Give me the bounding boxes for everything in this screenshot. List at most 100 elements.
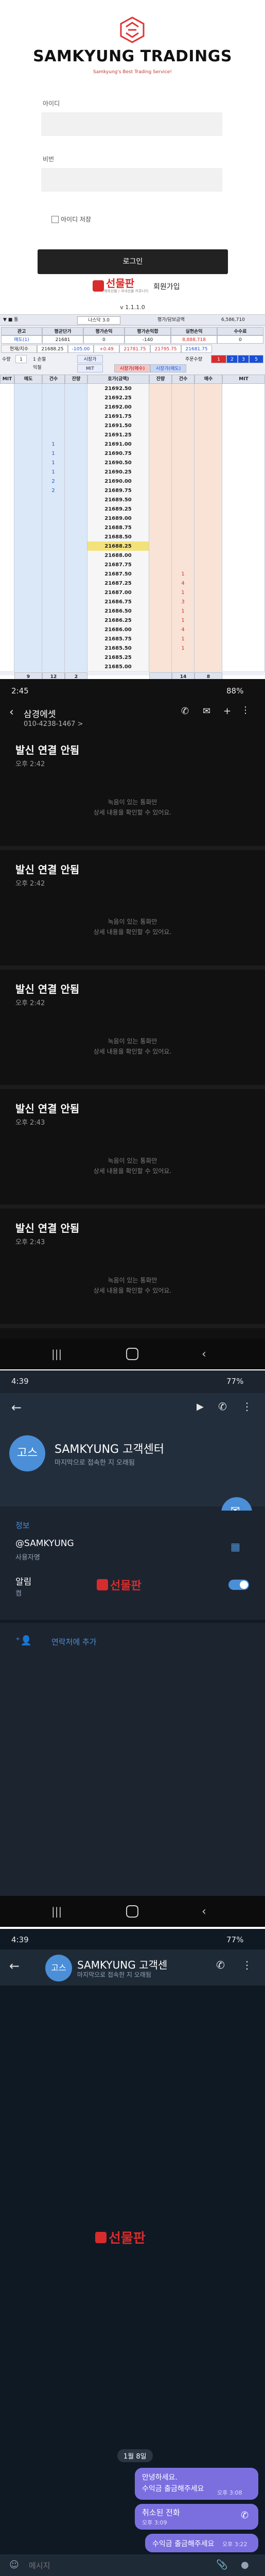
book-cell[interactable] <box>195 458 222 468</box>
book-cell[interactable] <box>195 551 222 561</box>
ask-count[interactable] <box>42 514 65 523</box>
book-cell[interactable] <box>222 495 265 505</box>
qty-2[interactable]: 2 <box>226 355 238 363</box>
book-cell[interactable] <box>195 467 222 477</box>
book-cell[interactable] <box>0 634 14 644</box>
book-price[interactable]: 21685.50 <box>87 643 149 653</box>
book-cell[interactable] <box>222 449 265 459</box>
bid-count[interactable] <box>172 653 195 663</box>
book-cell[interactable] <box>14 439 42 449</box>
book-cell[interactable] <box>195 662 222 672</box>
take-profit-toggle[interactable]: 익절 <box>33 364 42 371</box>
book-cell[interactable] <box>65 421 87 431</box>
book-cell[interactable] <box>149 634 172 644</box>
book-cell[interactable] <box>222 634 265 644</box>
bid-count[interactable] <box>172 560 195 570</box>
book-price[interactable]: 21690.75 <box>87 449 149 459</box>
book-cell[interactable] <box>65 625 87 635</box>
book-cell[interactable] <box>195 477 222 486</box>
book-cell[interactable] <box>195 514 222 523</box>
ask-count[interactable]: 1 <box>42 449 65 459</box>
book-cell[interactable] <box>222 616 265 625</box>
ask-count[interactable] <box>42 662 65 672</box>
book-cell[interactable] <box>195 616 222 625</box>
book-cell[interactable] <box>149 514 172 523</box>
book-cell[interactable] <box>149 653 172 663</box>
book-cell[interactable] <box>14 467 42 477</box>
book-cell[interactable] <box>14 606 42 616</box>
book-cell[interactable] <box>65 579 87 588</box>
phone-icon[interactable]: ✆ <box>216 1959 225 1971</box>
book-price[interactable]: 21687.00 <box>87 588 149 598</box>
bid-count[interactable]: 1 <box>172 588 195 598</box>
bid-count[interactable] <box>172 458 195 468</box>
book-cell[interactable] <box>195 504 222 514</box>
phone-icon[interactable]: ✆ <box>218 1400 227 1413</box>
book-cell[interactable] <box>222 588 265 598</box>
notif-toggle[interactable] <box>228 1580 249 1590</box>
bid-count[interactable] <box>172 523 195 533</box>
contact-number[interactable]: 010-4238-1467 > <box>24 720 83 728</box>
book-cell[interactable] <box>149 467 172 477</box>
book-cell[interactable] <box>0 384 14 394</box>
ask-count[interactable] <box>42 588 65 598</box>
book-cell[interactable] <box>149 439 172 449</box>
ask-count[interactable]: 2 <box>42 486 65 496</box>
book-price[interactable]: 21687.75 <box>87 560 149 570</box>
back-arrow-icon[interactable]: ← <box>11 1400 22 1415</box>
bid-count[interactable] <box>172 412 195 421</box>
book-cell[interactable] <box>14 384 42 394</box>
ask-count[interactable] <box>42 551 65 561</box>
market-button[interactable]: 시장가 <box>77 355 103 363</box>
message-bubble-3[interactable]: 수익금 출금해주세요 오후 3:22 <box>145 2534 258 2552</box>
more-icon[interactable]: ⋮ <box>241 705 250 716</box>
book-cell[interactable] <box>222 597 265 607</box>
book-cell[interactable] <box>14 477 42 486</box>
bid-count[interactable] <box>172 467 195 477</box>
book-cell[interactable] <box>0 597 14 607</box>
book-cell[interactable] <box>0 523 14 533</box>
book-cell[interactable] <box>195 421 222 431</box>
book-price[interactable]: 21691.50 <box>87 421 149 431</box>
ask-count[interactable] <box>42 606 65 616</box>
bid-count[interactable]: 4 <box>172 579 195 588</box>
bid-count[interactable] <box>172 439 195 449</box>
book-cell[interactable] <box>149 458 172 468</box>
book-cell[interactable] <box>222 606 265 616</box>
book-cell[interactable] <box>195 560 222 570</box>
book-cell[interactable] <box>222 393 265 403</box>
book-cell[interactable] <box>14 579 42 588</box>
book-cell[interactable] <box>195 402 222 412</box>
book-cell[interactable] <box>65 606 87 616</box>
book-price[interactable]: 21687.50 <box>87 569 149 579</box>
book-cell[interactable] <box>195 606 222 616</box>
book-cell[interactable] <box>149 541 172 551</box>
call-icon[interactable]: ✆ <box>181 706 189 717</box>
book-price[interactable]: 21685.25 <box>87 653 149 663</box>
book-cell[interactable] <box>65 439 87 449</box>
bid-count[interactable] <box>172 486 195 496</box>
book-cell[interactable] <box>65 551 87 561</box>
book-cell[interactable] <box>14 588 42 598</box>
book-cell[interactable] <box>65 569 87 579</box>
book-cell[interactable] <box>0 643 14 653</box>
book-cell[interactable] <box>195 384 222 394</box>
ask-count[interactable] <box>42 402 65 412</box>
book-price[interactable]: 21692.25 <box>87 393 149 403</box>
book-cell[interactable] <box>14 430 42 440</box>
bid-count[interactable] <box>172 662 195 672</box>
add-icon[interactable]: + <box>223 706 231 717</box>
book-cell[interactable] <box>65 541 87 551</box>
message-bubble-2[interactable]: 취소된 전화 오후 3:09 ✆ <box>135 2504 258 2530</box>
book-cell[interactable] <box>0 421 14 431</box>
book-cell[interactable] <box>65 412 87 421</box>
password-input[interactable] <box>41 168 222 192</box>
book-price[interactable]: 21691.00 <box>87 439 149 449</box>
emoji-icon[interactable]: ☺ <box>9 2560 19 2570</box>
book-cell[interactable] <box>14 551 42 561</box>
message-input[interactable] <box>28 2557 205 2574</box>
book-cell[interactable] <box>65 616 87 625</box>
bid-count[interactable]: 1 <box>172 634 195 644</box>
book-price[interactable]: 21690.25 <box>87 467 149 477</box>
ask-count[interactable] <box>42 560 65 570</box>
